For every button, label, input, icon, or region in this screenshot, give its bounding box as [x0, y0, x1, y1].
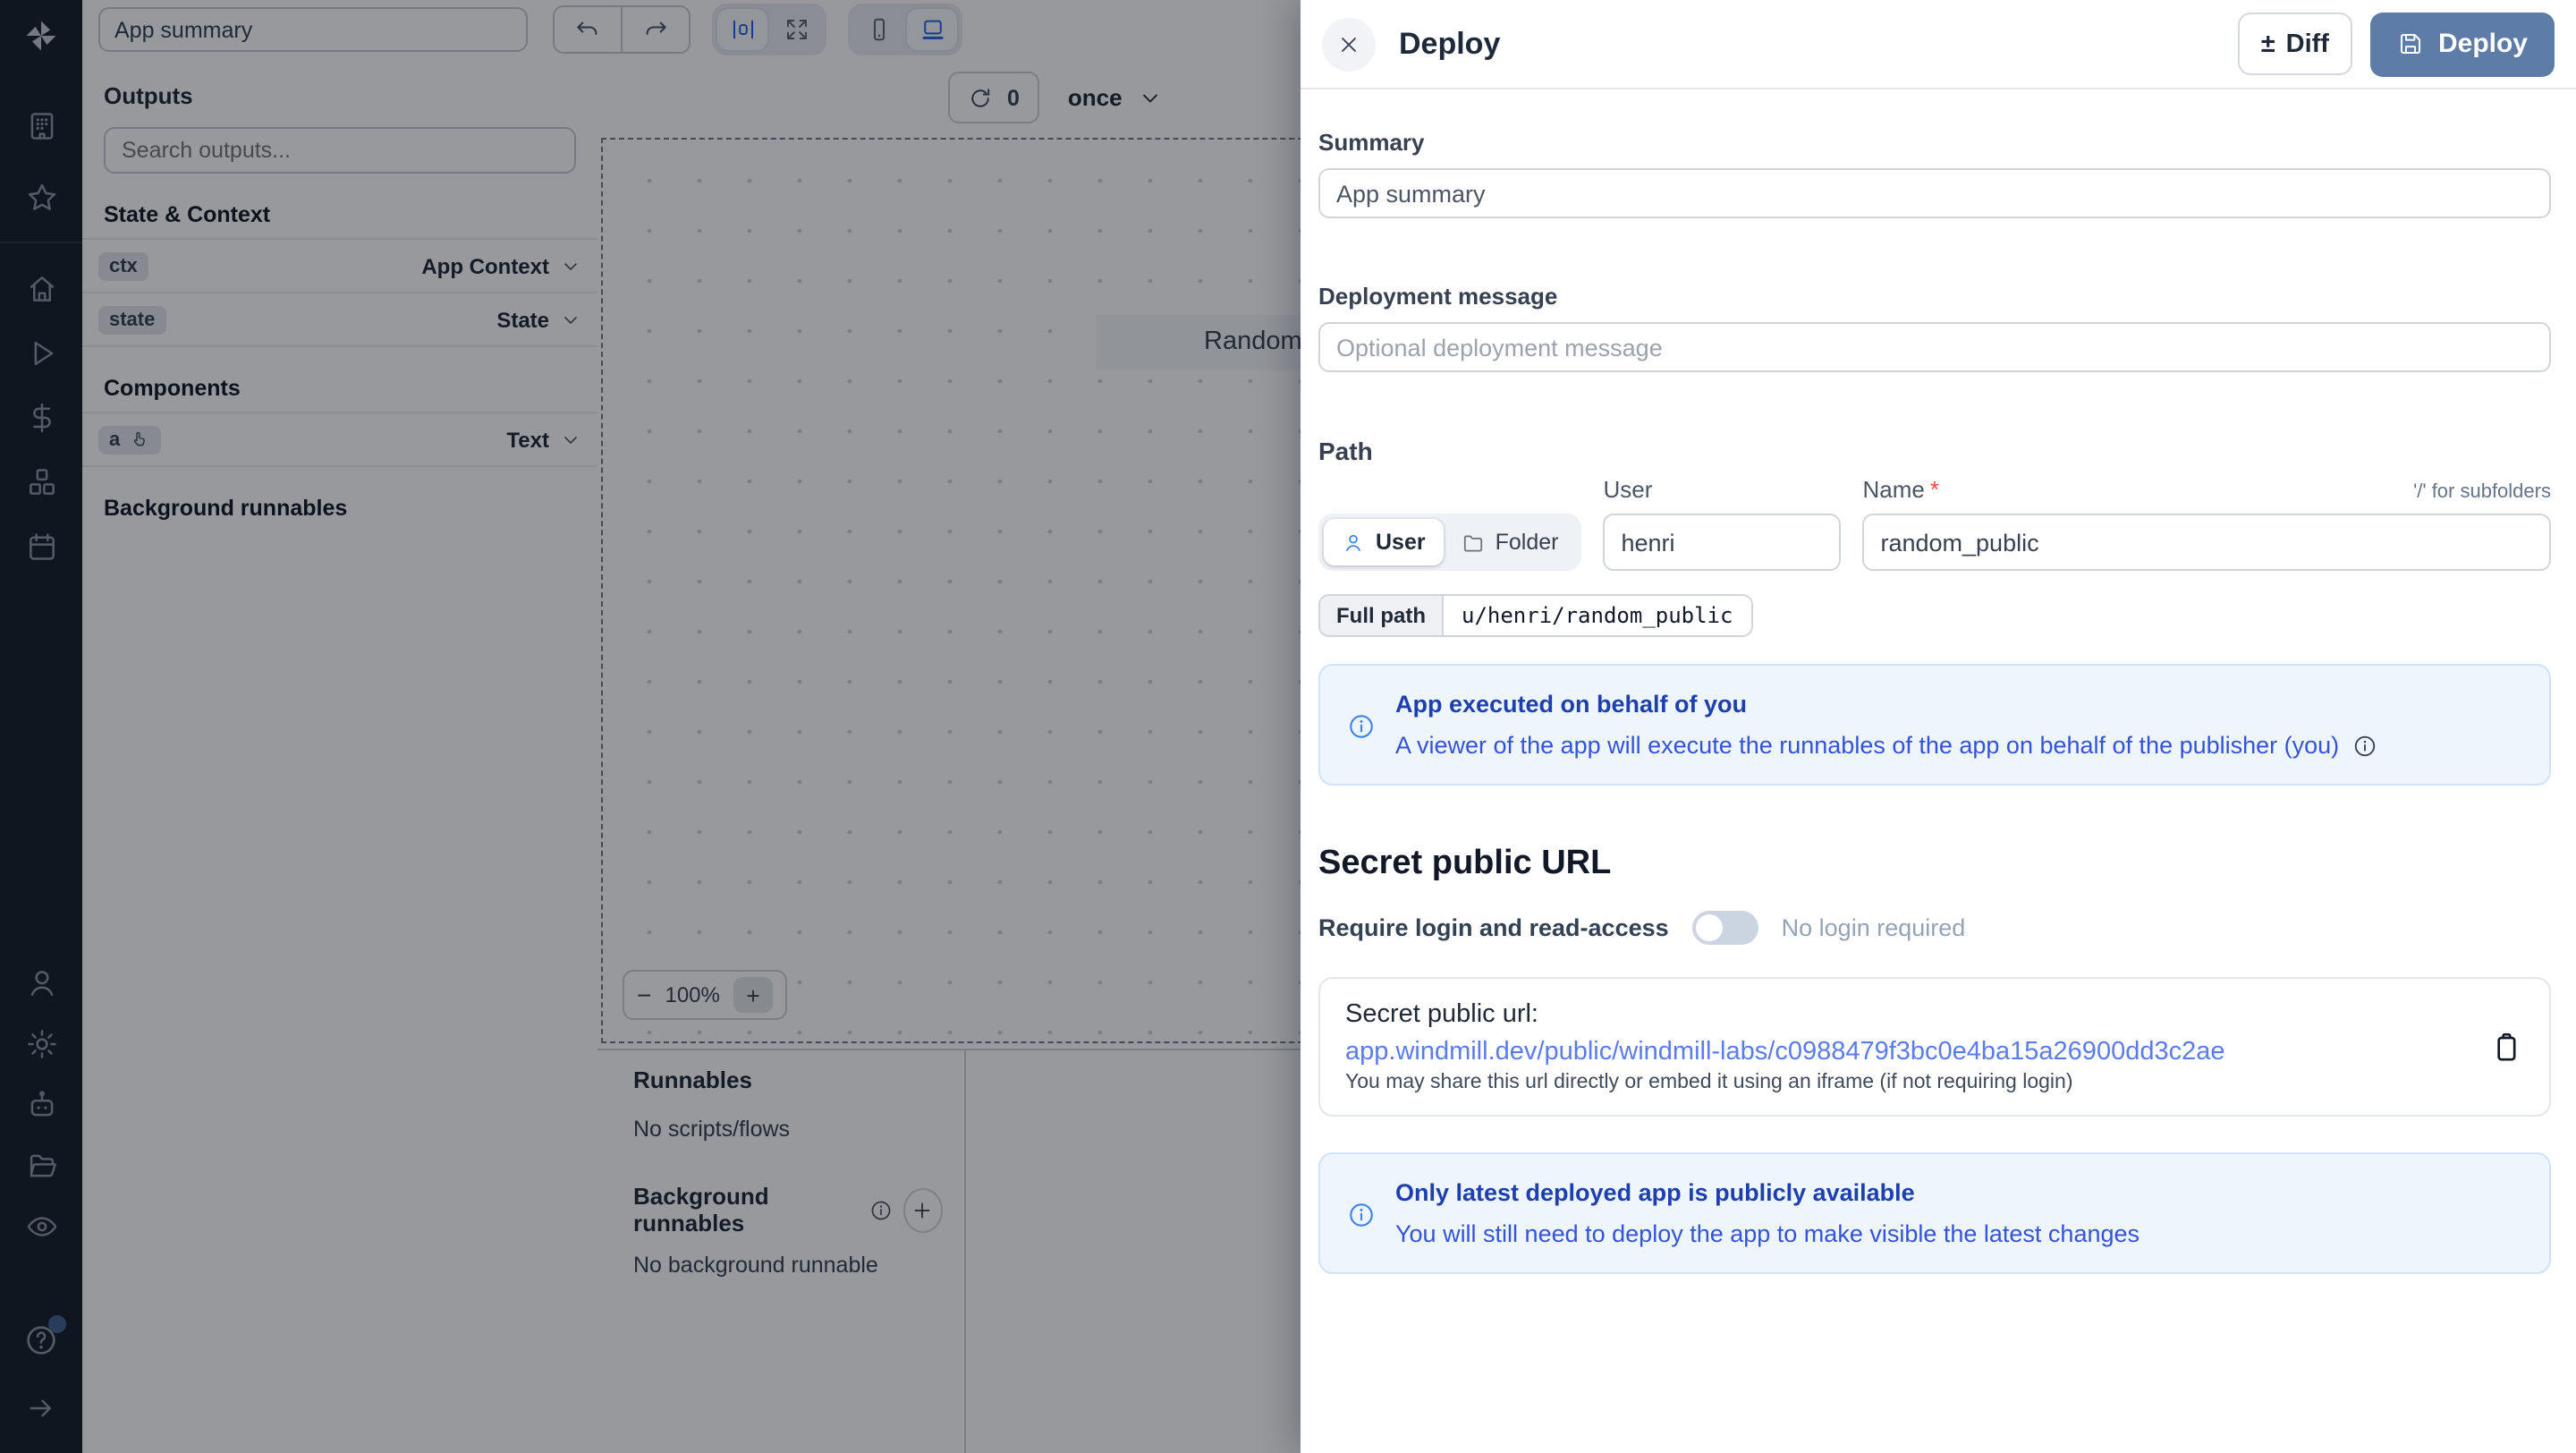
deploy-button[interactable]: Deploy: [2370, 12, 2555, 76]
full-path-chip: Full path u/henri/random_public: [1318, 594, 1752, 637]
drawer-scrim[interactable]: [0, 0, 1301, 1453]
diff-button[interactable]: ± Diff: [2238, 13, 2352, 75]
require-login-label: Require login and read-access: [1318, 914, 1669, 941]
name-field[interactable]: [1862, 514, 2551, 571]
full-path-value: u/henri/random_public: [1444, 596, 1750, 635]
folder-icon: [1462, 531, 1485, 554]
info-title: Only latest deployed app is publicly ava…: [1395, 1179, 2140, 1206]
deployment-message-input[interactable]: [1318, 322, 2551, 372]
full-path-label: Full path: [1320, 596, 1444, 635]
info-icon: [1347, 1181, 1376, 1247]
deploy-drawer: Deploy ± Diff Deploy Summary Deployment …: [1301, 0, 2576, 1453]
deploy-drawer-header: Deploy ± Diff Deploy: [1301, 0, 2576, 89]
deployment-message-label: Deployment message: [1318, 283, 2551, 310]
secret-url-hint: You may share this url directly or embed…: [1345, 1072, 2463, 1093]
user-field[interactable]: [1603, 514, 1841, 571]
summary-label: Summary: [1318, 129, 2551, 156]
save-icon: [2397, 30, 2424, 57]
require-login-toggle[interactable]: [1692, 911, 1758, 945]
deploy-drawer-body: Summary Deployment message Path User Fol…: [1301, 89, 2576, 1274]
subfolder-hint: '/' for subfolders: [2413, 481, 2551, 503]
info-body: You will still need to deploy the app to…: [1395, 1220, 2140, 1247]
owner-user-tab[interactable]: User: [1324, 519, 1444, 565]
toggle-state-label: No login required: [1782, 914, 1966, 941]
user-icon: [1342, 531, 1365, 554]
secret-url-link[interactable]: app.windmill.dev/public/windmill-labs/c0…: [1345, 1038, 2463, 1066]
summary-input[interactable]: [1318, 168, 2551, 218]
plus-minus-icon: ±: [2261, 30, 2275, 58]
path-label: Path: [1318, 437, 2551, 465]
owner-folder-tab[interactable]: Folder: [1444, 519, 1577, 565]
copy-to-clipboard-icon[interactable]: [2488, 1029, 2524, 1065]
user-field-label: User: [1603, 476, 1841, 503]
info-icon: [1347, 693, 1376, 759]
secret-url-label: Secret public url:: [1345, 1000, 2463, 1029]
toggle-knob: [1696, 914, 1723, 941]
secret-url-card: Secret public url: app.windmill.dev/publ…: [1318, 977, 2551, 1117]
secret-public-url-heading: Secret public URL: [1318, 845, 2551, 884]
close-drawer-button[interactable]: [1322, 17, 1376, 71]
app-window: Outputs State & Context ctx App Context …: [0, 0, 2576, 1453]
required-asterisk: *: [1930, 476, 1939, 503]
name-field-label: Name*: [1862, 476, 1939, 503]
drawer-title: Deploy: [1399, 26, 1500, 62]
info-icon[interactable]: [2351, 733, 2377, 758]
latest-deploy-info-box: Only latest deployed app is publicly ava…: [1318, 1152, 2551, 1274]
info-body: A viewer of the app will execute the run…: [1395, 732, 2339, 759]
info-title: App executed on behalf of you: [1395, 691, 2377, 718]
owner-kind-toggle: User Folder: [1318, 514, 1581, 571]
execute-on-behalf-info-box: App executed on behalf of you A viewer o…: [1318, 664, 2551, 786]
